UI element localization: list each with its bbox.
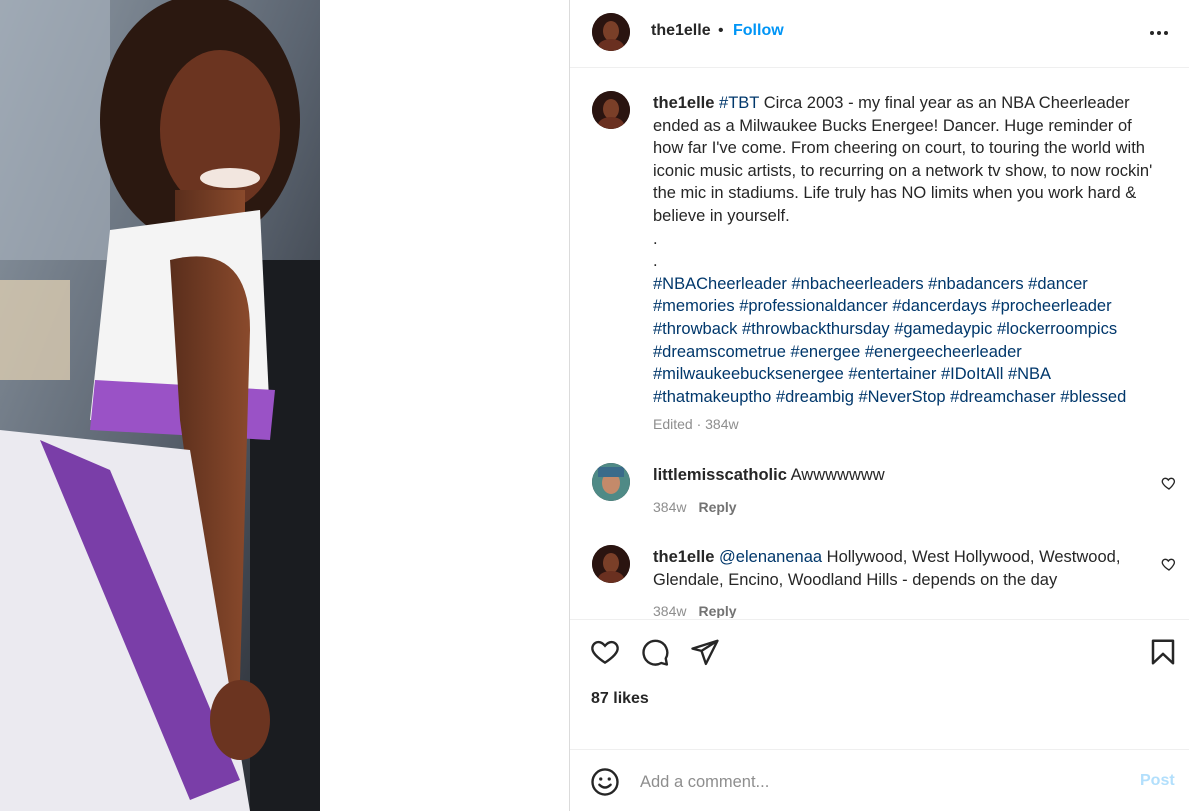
comment-body: Awwwwwww	[790, 466, 885, 484]
comment-meta: 384w Reply	[653, 499, 737, 515]
reply-button[interactable]: Reply	[698, 603, 736, 618]
likes-count[interactable]: 87 likes	[591, 690, 649, 708]
comment-text: the1elle @elenanenaa Hollywood, West Hol…	[653, 546, 1153, 591]
hashtag-link[interactable]: #TBT	[719, 94, 759, 112]
caption-body: Circa 2003 - my final year as an NBA Che…	[653, 94, 1153, 225]
emoji-icon[interactable]	[590, 767, 620, 797]
comment-text: littlemisscatholic Awwwwwww	[653, 464, 1153, 487]
hashtag-line[interactable]: #throwback #throwbackthursday #gamedaypi…	[653, 320, 1117, 338]
action-bar: 87 likes	[570, 619, 1189, 749]
avatar[interactable]	[592, 13, 630, 51]
media-whitespace	[320, 0, 569, 811]
comment-input[interactable]	[640, 768, 1110, 796]
post-photo-image	[0, 0, 320, 811]
hashtag-line[interactable]: #thatmakeuptho #dreambig #NeverStop #dre…	[653, 388, 1126, 406]
post-side-panel: the1elle • Follow the1elle #TBT Circa 20…	[570, 0, 1189, 811]
caption-meta: Edited · 384w	[653, 416, 739, 432]
commenter-avatar[interactable]	[592, 545, 630, 583]
follow-button[interactable]: Follow	[733, 22, 784, 40]
add-comment-bar: Post	[570, 749, 1189, 811]
post-photo[interactable]	[0, 0, 320, 811]
caption-dot: .	[653, 229, 658, 248]
more-horizontal-icon[interactable]	[1148, 24, 1170, 42]
caption-text: the1elle #TBT Circa 2003 - my final year…	[653, 92, 1163, 408]
post-button[interactable]: Post	[1140, 772, 1175, 790]
comment-username[interactable]: littlemisscatholic	[653, 466, 787, 484]
hashtag-line[interactable]: #milwaukeebucksenergee #entertainer #IDo…	[653, 365, 1051, 383]
hashtag-line[interactable]: #NBACheerleader #nbacheerleaders #nbadan…	[653, 275, 1088, 293]
header-separator: •	[718, 22, 724, 39]
comment-username[interactable]: the1elle	[653, 548, 714, 566]
hashtag-line[interactable]: #dreamscometrue #energee #energeecheerle…	[653, 343, 1022, 361]
reply-button[interactable]: Reply	[698, 499, 736, 515]
comment-age: 384w	[653, 603, 687, 618]
comment-like-heart-icon[interactable]	[1161, 556, 1177, 572]
commenter-avatar[interactable]	[592, 463, 630, 501]
comment-like-heart-icon[interactable]	[1161, 475, 1177, 491]
caption-avatar[interactable]	[592, 91, 630, 129]
paper-plane-icon[interactable]	[690, 637, 720, 667]
mention-link[interactable]: @elenanenaa	[719, 548, 822, 566]
post-header: the1elle • Follow	[570, 0, 1189, 68]
caption-dot: .	[653, 252, 658, 271]
bookmark-icon[interactable]	[1148, 637, 1178, 667]
comment-meta: 384w Reply	[653, 603, 737, 618]
header-username[interactable]: the1elle	[651, 22, 711, 40]
comment-age: 384w	[653, 499, 687, 515]
caption-username[interactable]: the1elle	[653, 94, 714, 112]
comments-scroll-area[interactable]: the1elle #TBT Circa 2003 - my final year…	[570, 70, 1189, 618]
comment-icon[interactable]	[640, 637, 670, 667]
heart-icon[interactable]	[590, 637, 620, 667]
hashtag-line[interactable]: #memories #professionaldancer #dancerday…	[653, 297, 1112, 315]
